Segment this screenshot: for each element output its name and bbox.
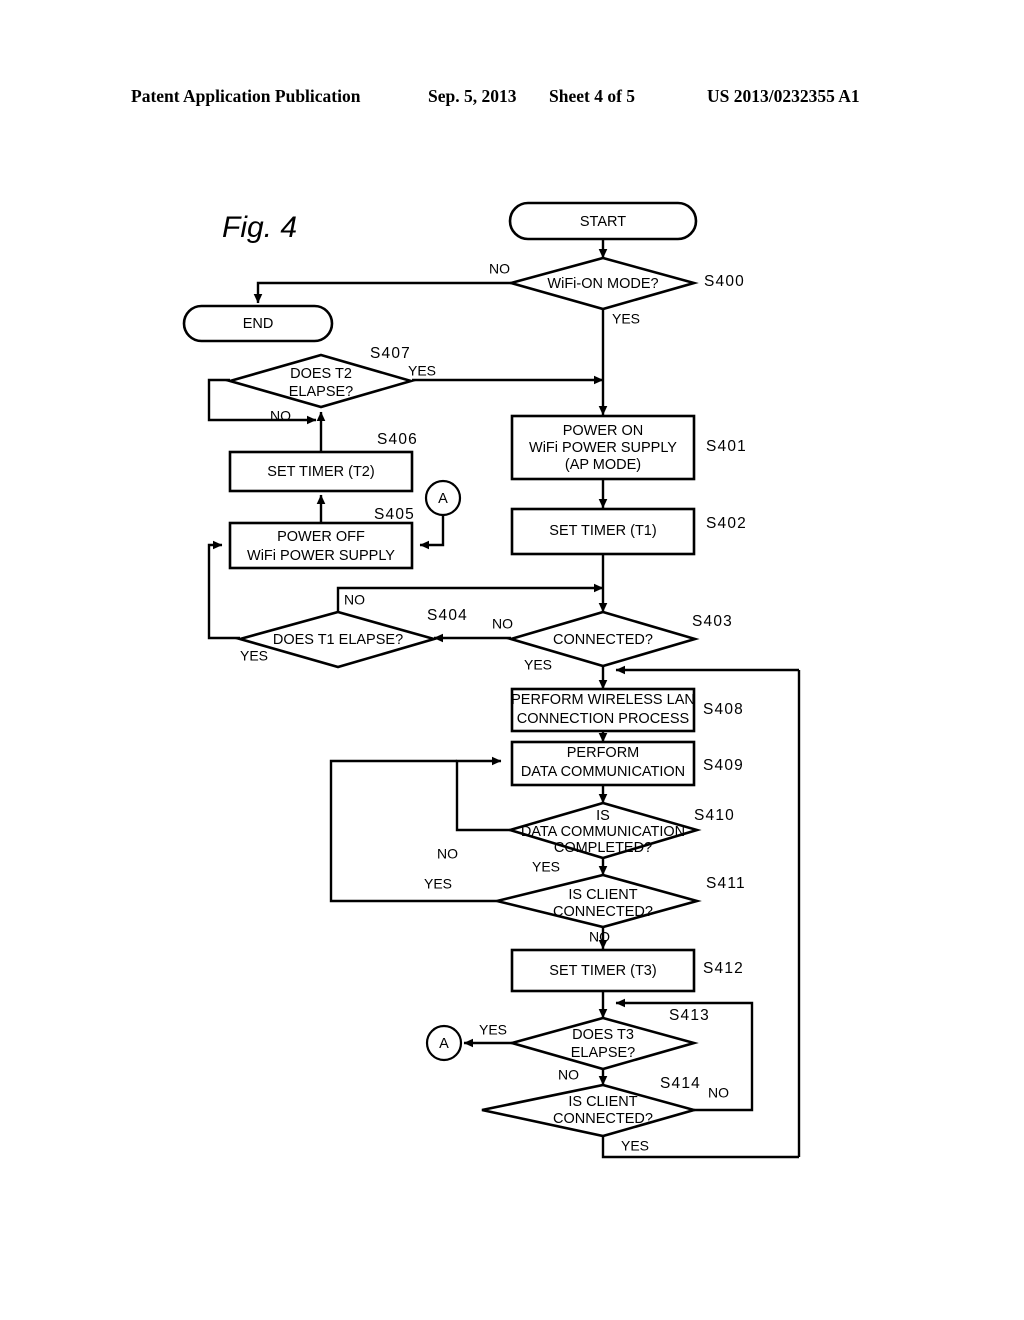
s407-label-line1: DOES T2 — [290, 366, 352, 382]
flowchart-figure-4: Fig. 4 START END WiFi-ON MODE? S400 NO Y… — [182, 201, 801, 1159]
s400-no-label: NO — [489, 261, 510, 277]
s408-label-line1: PERFORM WIRELESS LAN — [511, 692, 695, 708]
s411-step-label: S411 — [706, 875, 746, 892]
node-s407: DOES T2 ELAPSE? S407 YES NO — [225, 345, 436, 424]
s407-no-label: NO — [270, 408, 291, 424]
s412-label: SET TIMER (T3) — [549, 963, 656, 979]
conn-s410-no-loop — [455, 756, 510, 832]
s400-label: WiFi-ON MODE? — [547, 276, 658, 292]
s410-yes-label: YES — [532, 859, 560, 875]
node-s404: DOES T1 ELAPSE? S404 NO YES — [235, 592, 468, 669]
node-s409: PERFORM DATA COMMUNICATION S409 — [510, 740, 744, 787]
connector-a-top-label: A — [438, 491, 448, 507]
s405-step-label: S405 — [374, 506, 415, 523]
s401-label-line1: POWER ON — [563, 423, 644, 439]
s403-yes-label: YES — [524, 657, 552, 673]
s403-no-label: NO — [492, 616, 513, 632]
s414-yes-label: YES — [621, 1138, 649, 1154]
s410-step-label: S410 — [694, 807, 735, 824]
node-s405: POWER OFF WiFi POWER SUPPLY S405 — [228, 506, 415, 570]
s409-label-line1: PERFORM — [567, 745, 640, 761]
connector-a-bottom: A — [425, 1024, 463, 1062]
s414-step-label: S414 — [660, 1075, 701, 1092]
s413-label-line2: ELAPSE? — [571, 1045, 636, 1061]
start-label: START — [580, 214, 626, 230]
s413-decision-shape — [507, 1016, 699, 1071]
s409-label-line2: DATA COMMUNICATION — [521, 764, 685, 780]
s404-label: DOES T1 ELAPSE? — [273, 632, 403, 648]
node-s410: IS DATA COMMUNICATION COMPLETED? S410 NO… — [437, 801, 735, 875]
s414-no-label: NO — [708, 1085, 729, 1101]
patent-page: Patent Application Publication Sep. 5, 2… — [0, 0, 1024, 1320]
s413-step-label: S413 — [669, 1007, 710, 1024]
s406-step-label: S406 — [377, 431, 418, 448]
node-s414: IS CLIENT CONNECTED? S414 NO YES — [481, 1075, 729, 1154]
s405-label-line2: WiFi POWER SUPPLY — [247, 548, 395, 564]
conn-s400-no-to-end — [253, 281, 511, 304]
s403-label: CONNECTED? — [553, 632, 653, 648]
s400-yes-label: YES — [612, 311, 640, 327]
s413-no-label: NO — [558, 1067, 579, 1083]
s413-yes-label: YES — [479, 1022, 507, 1038]
s410-label-line3: COMPLETED? — [554, 840, 652, 856]
connector-a-bottom-label: A — [439, 1036, 449, 1052]
node-start: START — [508, 201, 698, 241]
conn-a-to-s405 — [419, 516, 445, 550]
s410-label-line2: DATA COMMUNICATION — [521, 824, 685, 840]
node-s411: IS CLIENT CONNECTED? S411 YES NO — [424, 873, 746, 945]
s405-label-line1: POWER OFF — [277, 529, 365, 545]
s411-label-line1: IS CLIENT — [568, 887, 637, 903]
s412-step-label: S412 — [703, 960, 744, 977]
s401-step-label: S401 — [706, 438, 747, 455]
s410-label-line1: IS — [596, 808, 610, 824]
s408-label-line2: CONNECTION PROCESS — [517, 711, 689, 727]
node-s403: CONNECTED? S403 NO YES — [492, 610, 733, 673]
figure-label: Fig. 4 — [222, 211, 297, 244]
s401-label-line3: (AP MODE) — [565, 457, 641, 473]
node-s413: DOES T3 ELAPSE? S413 YES NO — [479, 1007, 710, 1083]
s414-label-line2: CONNECTED? — [553, 1111, 653, 1127]
node-end: END — [182, 304, 334, 343]
s411-no-label: NO — [589, 929, 610, 945]
s404-yes-label: YES — [240, 648, 268, 664]
s404-no-label: NO — [344, 592, 365, 608]
end-label: END — [243, 316, 274, 332]
s411-yes-label: YES — [424, 876, 452, 892]
node-s401: POWER ON WiFi POWER SUPPLY (AP MODE) S40… — [510, 414, 747, 481]
node-s402: SET TIMER (T1) S402 — [510, 507, 747, 556]
node-s406: SET TIMER (T2) S406 — [228, 431, 418, 493]
s410-no-label: NO — [437, 846, 458, 862]
s403-step-label: S403 — [692, 613, 733, 630]
s402-label: SET TIMER (T1) — [549, 523, 656, 539]
s401-label-line2: WiFi POWER SUPPLY — [529, 440, 677, 456]
node-s400: WiFi-ON MODE? S400 NO YES — [489, 256, 745, 327]
node-s408: PERFORM WIRELESS LAN CONNECTION PROCESS … — [510, 687, 744, 733]
node-s412: SET TIMER (T3) S412 — [510, 948, 744, 993]
s407-yes-label: YES — [408, 363, 436, 379]
s404-step-label: S404 — [427, 607, 468, 624]
s414-label-line1: IS CLIENT — [568, 1094, 637, 1110]
connector-a-top: A — [424, 479, 462, 517]
s402-step-label: S402 — [706, 515, 747, 532]
s406-label: SET TIMER (T2) — [267, 464, 374, 480]
s407-step-label: S407 — [370, 345, 411, 362]
s407-label-line2: ELAPSE? — [289, 384, 354, 400]
s409-step-label: S409 — [703, 757, 744, 774]
s400-step-label: S400 — [704, 273, 745, 290]
s413-label-line1: DOES T3 — [572, 1027, 634, 1043]
s408-step-label: S408 — [703, 701, 744, 718]
s411-label-line2: CONNECTED? — [553, 904, 653, 920]
